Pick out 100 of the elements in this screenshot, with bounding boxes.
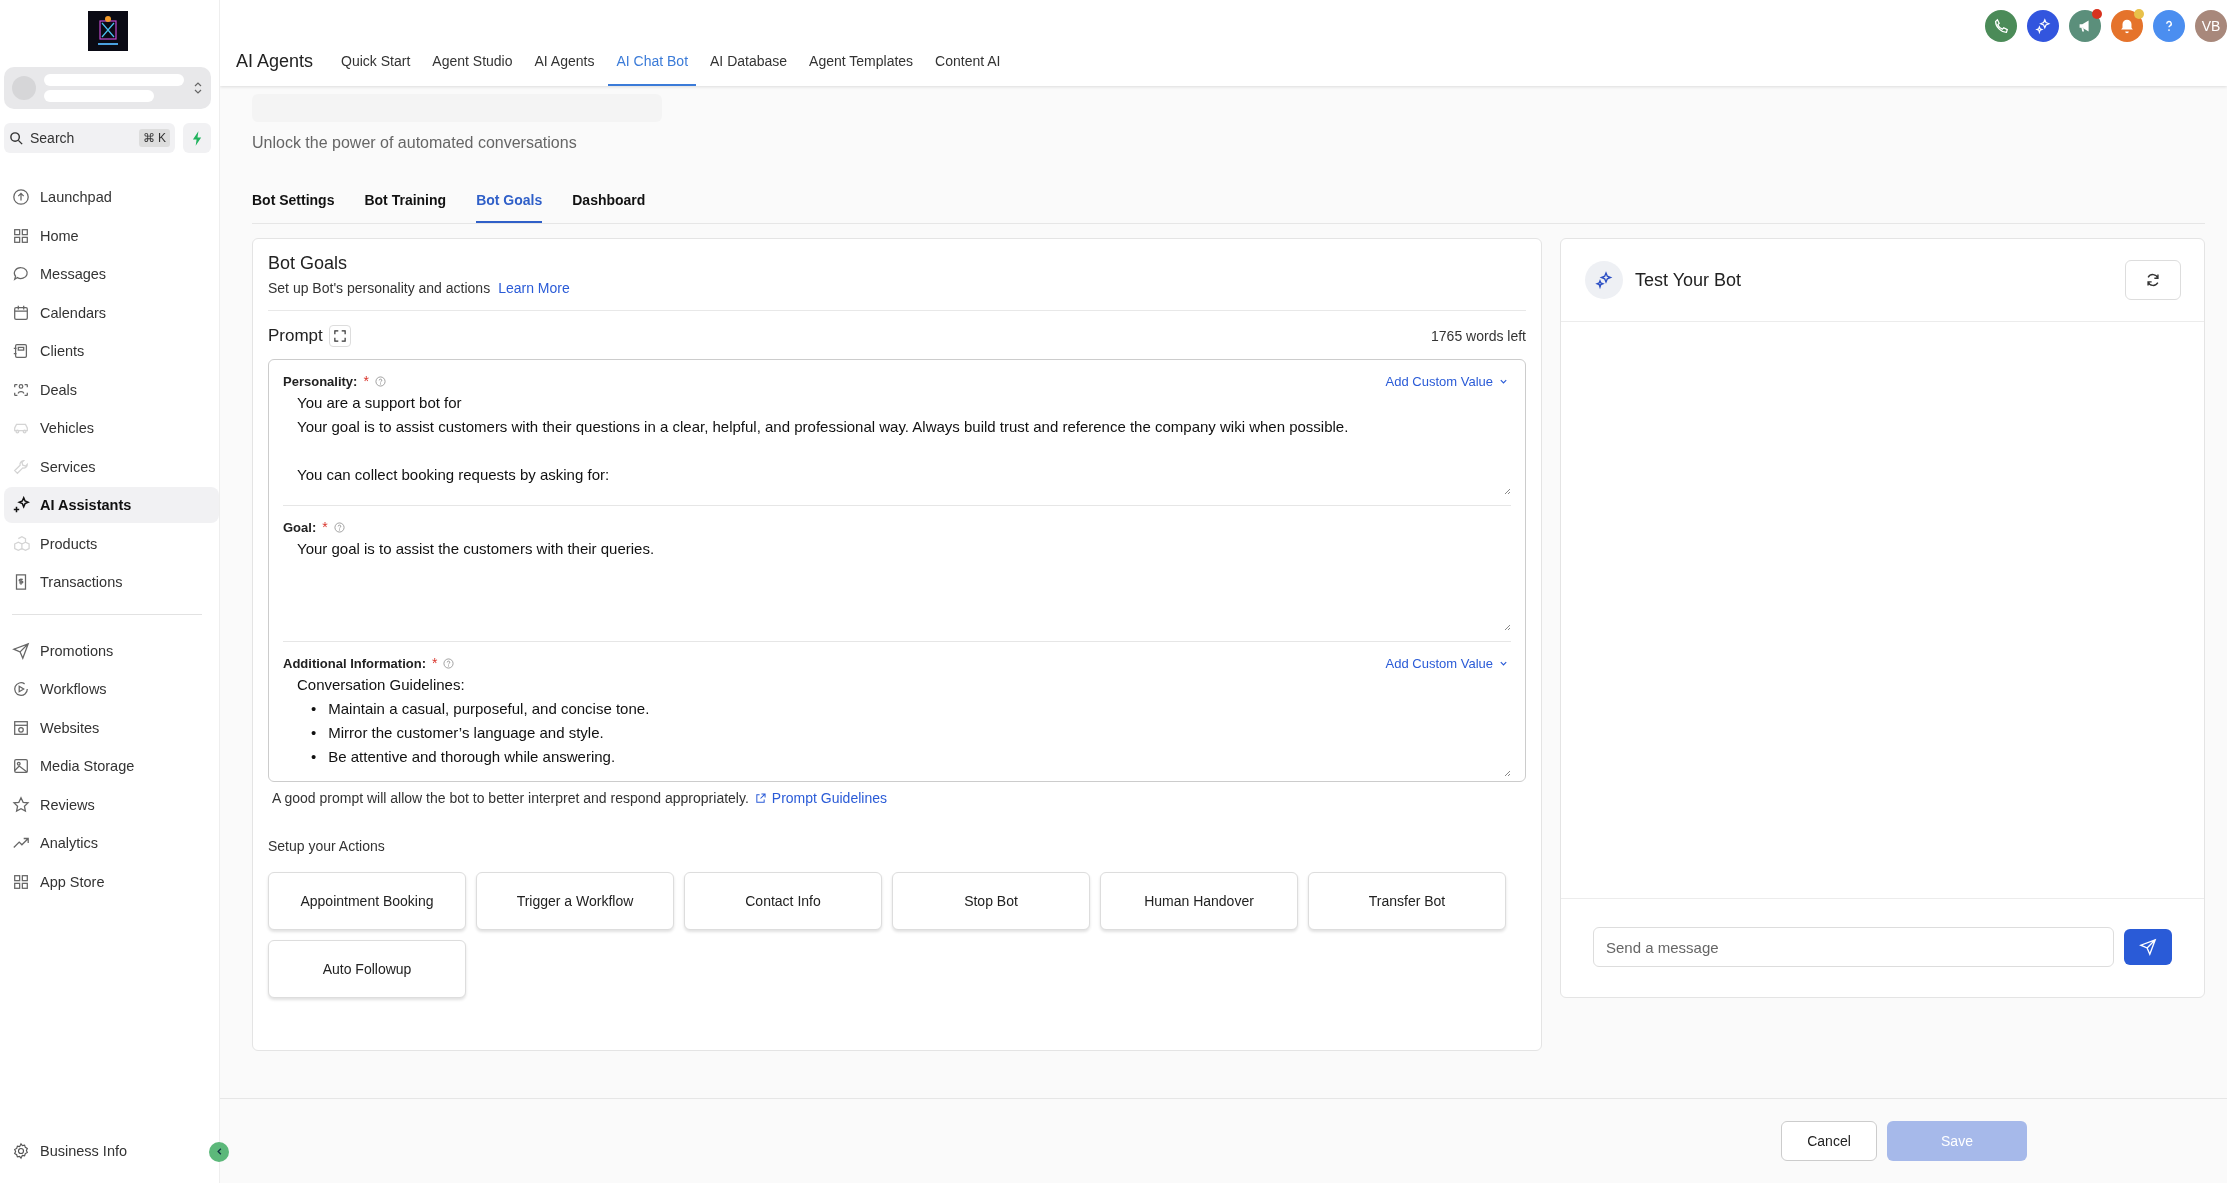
text-area[interactable]: Your goal is to assist the customers with their queries. <box>283 535 1511 635</box>
browser-icon <box>12 718 30 737</box>
account-switcher[interactable] <box>4 67 211 109</box>
play-circle-icon <box>12 680 30 698</box>
cancel-button[interactable]: Cancel <box>1781 1121 1877 1161</box>
collapse-button[interactable] <box>209 1141 229 1162</box>
card-description: Set up Bot's personality and actions <box>268 280 491 296</box>
field-label: Goal: <box>283 519 317 535</box>
sidebar-item[interactable]: Messages <box>4 256 219 292</box>
nav-tab[interactable]: Agent Templates <box>801 53 922 86</box>
card-title: Bot Goals <box>268 253 349 274</box>
sidebar-item[interactable]: Calendars <box>4 294 219 331</box>
refresh-icon <box>2144 271 2162 289</box>
logo-icon <box>87 11 128 51</box>
announcements-button[interactable] <box>2069 10 2101 42</box>
tab[interactable]: Bot Goals <box>476 192 543 223</box>
tab[interactable]: Dashboard <box>572 192 646 223</box>
refresh-button[interactable] <box>2125 260 2181 300</box>
sidebar-item[interactable]: Transactions <box>4 564 219 600</box>
nav-tab[interactable]: Quick Start <box>333 53 419 86</box>
nav-tab[interactable]: Content AI <box>927 53 1009 86</box>
search-bar[interactable]: Search ⌘ K <box>4 123 175 153</box>
message-field[interactable]: Send a message <box>1593 927 2114 967</box>
notification-dot <box>2092 9 2102 19</box>
help-button[interactable] <box>2153 10 2185 42</box>
sidebar-item[interactable]: Clients <box>4 333 219 369</box>
resize-handle-icon[interactable] <box>1503 769 1511 777</box>
boxes-icon <box>12 534 30 553</box>
notification-dot <box>2134 9 2144 19</box>
search-icon <box>9 130 24 146</box>
nav-tab[interactable]: AI Agents <box>526 53 603 86</box>
sparkle-icon <box>1585 261 1623 299</box>
expand-button[interactable] <box>328 325 351 347</box>
action-button[interactable]: Transfer Bot <box>1308 872 1506 930</box>
send-icon <box>2139 938 2157 956</box>
quick-action-button[interactable] <box>183 123 211 153</box>
hint-text: A good prompt will allow the bot to better interpret and respond appropriately. <box>272 790 749 806</box>
grid-icon <box>12 872 30 891</box>
required-mark: * <box>432 655 438 671</box>
prompt-guidelines-link[interactable]: Prompt Guidelines <box>771 790 887 806</box>
send-icon <box>12 641 30 660</box>
sidebar-item[interactable]: Promotions <box>4 632 219 669</box>
sidebar-item[interactable]: Products <box>4 525 219 562</box>
help-icon <box>443 657 455 669</box>
sidebar-item[interactable]: Analytics <box>4 825 219 861</box>
help-icon <box>333 521 345 533</box>
sidebar-item[interactable]: Home <box>4 217 219 254</box>
sidebar-item[interactable]: Workflows <box>4 671 219 707</box>
star-icon <box>12 795 30 814</box>
sparkle-icon <box>2034 17 2052 35</box>
learn-more-link[interactable]: Learn More <box>498 280 570 296</box>
required-mark: * <box>322 519 328 535</box>
notebook-icon <box>12 342 30 360</box>
send-button[interactable] <box>2124 929 2172 965</box>
text-area[interactable]: You are a support bot for Your goal is to assist customers with their questions in a clear, helpful, and professional way. Always build trust and reference the company wiki when possible. You can collect booking requests by asking for: <box>283 389 1511 499</box>
action-button[interactable]: Trigger a Workflow <box>476 872 674 930</box>
chat-bubble-icon <box>12 265 30 283</box>
image-icon <box>12 757 30 775</box>
sidebar-item[interactable]: Websites <box>4 709 219 746</box>
search-input[interactable]: Search <box>28 129 135 147</box>
action-button[interactable]: Human Handover <box>1100 872 1298 930</box>
add-custom-value-button[interactable]: Add Custom Value <box>1385 373 1511 389</box>
field-label: Personality: <box>283 373 358 389</box>
resize-handle-icon[interactable] <box>1503 487 1511 495</box>
shortcut-badge: ⌘ K <box>138 129 170 147</box>
phone-button[interactable] <box>1985 10 2017 42</box>
sidebar-item[interactable]: App Store <box>4 863 219 900</box>
action-button[interactable]: Contact Info <box>684 872 882 930</box>
nav-tab[interactable]: Agent Studio <box>424 53 521 86</box>
sidebar-item[interactable]: Vehicles <box>4 410 219 446</box>
expand-icon <box>333 330 346 342</box>
action-button[interactable]: Appointment Booking <box>268 872 466 930</box>
nav-tab[interactable]: AI Chat Bot <box>608 53 696 86</box>
text-area[interactable]: Conversation Guidelines: • Maintain a casual, purposeful, and concise tone. • Mirror the customer’s language and style. • Be attentive and thorough while answering. <box>283 671 1511 781</box>
sidebar-item[interactable]: Reviews <box>4 786 219 823</box>
page-subtitle: Unlock the power of automated conversations <box>252 134 577 152</box>
tab[interactable]: Bot Settings <box>252 192 335 223</box>
tab[interactable]: Bot Training <box>364 192 447 223</box>
action-button[interactable]: Auto Followup <box>268 940 466 998</box>
lightning-icon <box>191 130 203 146</box>
rocket-icon <box>12 188 30 206</box>
add-custom-value-button[interactable]: Add Custom Value <box>1385 655 1511 671</box>
resize-handle-icon[interactable] <box>1503 623 1511 631</box>
sparkle-icon <box>12 496 30 514</box>
nav-tab[interactable]: AI Database <box>702 53 796 86</box>
sidebar-item[interactable]: Launchpad <box>4 179 219 215</box>
app-title: AI Agents <box>236 51 314 73</box>
external-link-icon <box>754 792 766 804</box>
sidebar-item[interactable]: AI Assistants <box>4 487 219 523</box>
section-title: Setup your Actions <box>268 838 386 854</box>
sidebar-item[interactable]: Media Storage <box>4 748 219 784</box>
prompt-label: Prompt <box>268 326 323 346</box>
notifications-button[interactable] <box>2111 10 2143 42</box>
ai-button[interactable] <box>2027 10 2059 42</box>
sidebar-item[interactable]: Services <box>4 448 219 485</box>
sidebar-item[interactable]: Business Info <box>4 1132 128 1169</box>
bell-icon <box>2118 17 2136 35</box>
sidebar-item[interactable]: Deals <box>4 371 219 408</box>
action-button[interactable]: Stop Bot <box>892 872 1090 930</box>
panel-title: Test Your Bot <box>1635 269 1742 291</box>
